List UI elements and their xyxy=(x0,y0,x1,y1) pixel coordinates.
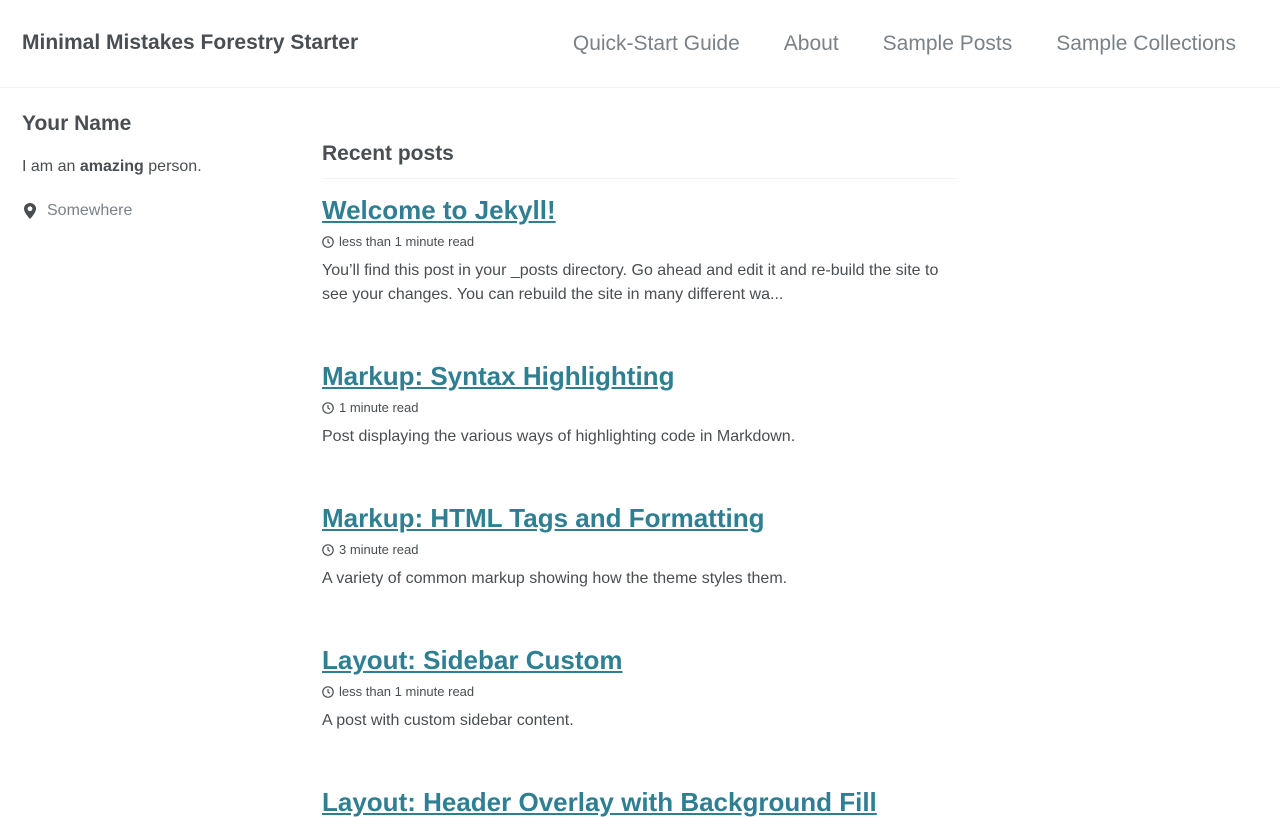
list-item: Layout: Header Overlay with Background F… xyxy=(322,787,958,817)
author-sidebar: Your Name I am an amazing person. Somewh… xyxy=(22,110,282,220)
post-title-link[interactable]: Welcome to Jekyll! xyxy=(322,195,556,225)
post-meta: less than 1 minute read xyxy=(322,234,958,250)
list-item: Markup: Syntax Highlighting 1 minute rea… xyxy=(322,361,958,449)
post-meta: less than 1 minute read xyxy=(322,684,958,700)
post-excerpt: A post with custom sidebar content. xyxy=(322,712,574,729)
bio-prefix: I am an xyxy=(22,158,80,175)
read-time: less than 1 minute read xyxy=(339,234,475,249)
list-item: Layout: Sidebar Custom less than 1 minut… xyxy=(322,645,958,733)
clock-icon xyxy=(322,236,334,248)
nav-item-quick-start-guide[interactable]: Quick-Start Guide xyxy=(573,31,740,57)
site-title-link[interactable]: Minimal Mistakes Forestry Starter xyxy=(22,31,358,55)
read-time: less than 1 minute read xyxy=(339,684,475,699)
post-meta: 3 minute read xyxy=(322,542,958,558)
post-excerpt: A variety of common markup showing how t… xyxy=(322,570,788,587)
author-location: Somewhere xyxy=(22,202,282,220)
map-marker-icon xyxy=(22,202,38,220)
post-title-link[interactable]: Layout: Sidebar Custom xyxy=(322,645,622,675)
main-content: Recent posts Welcome to Jekyll! less tha… xyxy=(322,140,958,817)
read-time: 1 minute read xyxy=(339,400,419,415)
main-nav: Quick-Start Guide About Sample Posts Sam… xyxy=(573,31,1236,57)
masthead: Minimal Mistakes Forestry Starter Quick-… xyxy=(0,0,1280,88)
author-name: Your Name xyxy=(22,112,132,135)
post-meta: 1 minute read xyxy=(322,400,958,416)
bio-suffix: person. xyxy=(143,158,202,175)
nav-item-sample-collections[interactable]: Sample Collections xyxy=(1056,31,1236,57)
read-time: 3 minute read xyxy=(339,542,419,557)
post-title-link[interactable]: Markup: HTML Tags and Formatting xyxy=(322,503,764,533)
bio-emphasis: amazing xyxy=(79,158,144,175)
post-excerpt: You’ll find this post in your _posts dir… xyxy=(322,262,939,303)
post-excerpt: Post displaying the various ways of high… xyxy=(322,428,796,445)
clock-icon xyxy=(322,686,334,698)
post-list: Welcome to Jekyll! less than 1 minute re… xyxy=(322,195,958,817)
recent-posts-heading: Recent posts xyxy=(322,140,958,179)
nav-item-sample-posts[interactable]: Sample Posts xyxy=(883,31,1013,57)
post-title-link[interactable]: Layout: Header Overlay with Background F… xyxy=(322,787,877,817)
clock-icon xyxy=(322,402,334,414)
post-title-link[interactable]: Markup: Syntax Highlighting xyxy=(322,361,674,391)
clock-icon xyxy=(322,544,334,556)
author-bio: I am an amazing person. xyxy=(22,157,282,177)
nav-item-about[interactable]: About xyxy=(784,31,839,57)
list-item: Markup: HTML Tags and Formatting 3 minut… xyxy=(322,503,958,591)
location-label: Somewhere xyxy=(47,202,133,219)
list-item: Welcome to Jekyll! less than 1 minute re… xyxy=(322,195,958,307)
